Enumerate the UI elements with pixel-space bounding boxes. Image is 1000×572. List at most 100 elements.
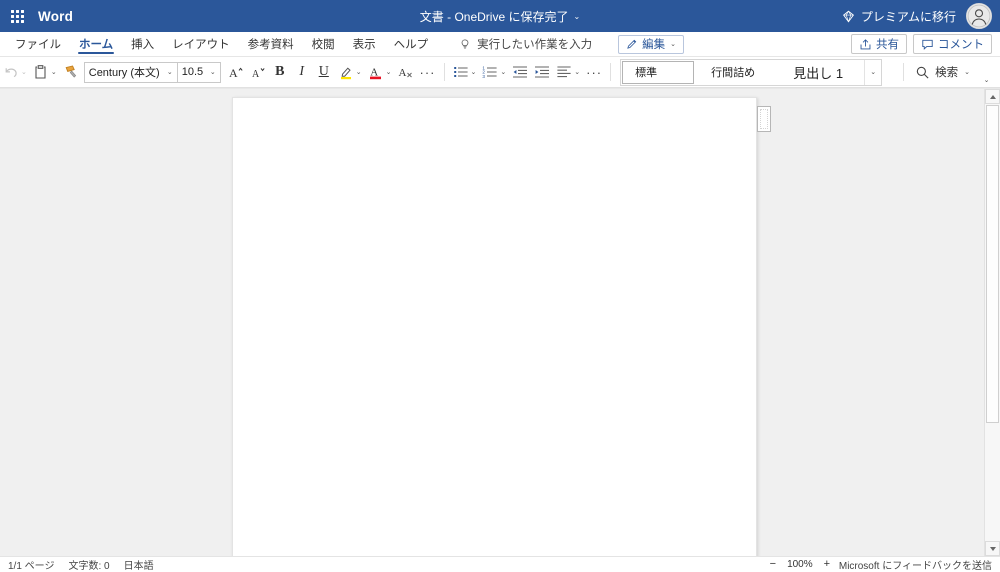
scroll-up-arrow-icon[interactable] — [985, 89, 1000, 104]
more-options-icon: ··· — [419, 64, 436, 80]
vertical-scrollbar[interactable] — [984, 89, 1000, 556]
document-title-text: 文書 - OneDrive に保存完了 — [419, 9, 569, 24]
tab-references[interactable]: 参考資料 — [239, 32, 303, 56]
document-page[interactable] — [232, 97, 757, 556]
decrease-indent-icon — [513, 66, 528, 78]
search-icon — [916, 66, 929, 79]
zoom-level-label[interactable]: 100% — [785, 559, 815, 570]
page-handle-icon[interactable] — [757, 106, 771, 132]
diamond-icon — [842, 10, 854, 23]
tab-view[interactable]: 表示 — [344, 32, 385, 56]
ribbon-toolbar: ⌄ ⌄ Century (本文) ⌄ 10.5 ⌄ A A B I U ⌄ A … — [0, 57, 1000, 88]
clear-formatting-button[interactable]: A — [395, 60, 417, 84]
share-label: 共有 — [876, 39, 899, 51]
tab-insert[interactable]: 挿入 — [122, 32, 163, 56]
svg-text:A: A — [398, 67, 406, 79]
font-controls: Century (本文) ⌄ 10.5 ⌄ — [83, 61, 221, 83]
edit-mode-button[interactable]: 編集 ⌄ — [618, 34, 685, 54]
tab-help[interactable]: ヘルプ — [385, 32, 438, 56]
chevron-down-icon: ⌄ — [574, 68, 581, 76]
tab-layout[interactable]: レイアウト — [163, 32, 239, 56]
tab-home[interactable]: ホーム — [70, 32, 122, 56]
comments-label: コメント — [938, 39, 984, 51]
alignment-button[interactable]: ⌄ — [553, 60, 583, 84]
send-feedback-label[interactable]: Microsoft にフィードバックを送信 — [839, 557, 992, 572]
increase-indent-button[interactable] — [531, 60, 553, 84]
shrink-font-icon: A — [252, 68, 265, 80]
styles-gallery-expand-button[interactable]: ⌄ — [864, 59, 880, 85]
text-highlight-icon — [340, 67, 351, 80]
go-premium-button[interactable]: プレミアムに移行 — [838, 5, 960, 28]
grow-font-icon: A — [229, 66, 243, 80]
styles-gallery: 標準 行間詰め 見出し 1 ⌄ — [620, 58, 883, 86]
italic-button[interactable]: I — [291, 60, 313, 84]
comments-button[interactable]: コメント — [913, 34, 992, 54]
chevron-down-icon: ⌄ — [21, 68, 27, 76]
style-no-spacing[interactable]: 行間詰め — [694, 61, 772, 84]
lightbulb-icon — [461, 38, 469, 48]
search-button[interactable]: 検索 ⌄ — [909, 60, 976, 84]
align-left-icon — [557, 66, 571, 78]
font-size-input[interactable]: 10.5 ⌄ — [178, 63, 220, 82]
scrollbar-thumb[interactable] — [986, 105, 999, 423]
collapse-ribbon-button[interactable]: ⌄ — [976, 57, 996, 88]
svg-text:3: 3 — [483, 74, 486, 79]
ribbon-right: 検索 ⌄ ⌄ — [898, 57, 1000, 88]
bulleted-list-button[interactable]: ⌄ — [450, 60, 480, 84]
zoom-in-button[interactable]: + — [822, 559, 832, 570]
ribbon-tabs: ファイル ホーム 挿入 レイアウト 参考資料 校閲 表示 ヘルプ — [0, 32, 437, 56]
grow-font-button[interactable]: A — [225, 60, 247, 84]
ribbon-group-paragraph: ⌄ 1 2 3 ⌄ ⌄ ··· — [450, 57, 606, 87]
chevron-down-icon: ⌄ — [983, 76, 990, 84]
waffle-grid-icon — [10, 9, 24, 23]
font-color-button[interactable]: A ⌄ — [365, 60, 395, 84]
word-count-label[interactable]: 文字数: 0 — [68, 557, 109, 572]
more-paragraph-options-button[interactable]: ··· — [583, 60, 605, 84]
italic-icon: I — [299, 64, 305, 79]
more-font-options-button[interactable]: ··· — [417, 60, 439, 84]
more-options-icon: ··· — [586, 64, 603, 80]
page-count-label[interactable]: 1/1 ページ — [8, 557, 54, 572]
avatar[interactable] — [966, 3, 992, 29]
app-name-label[interactable]: Word — [38, 9, 73, 24]
numbered-list-button[interactable]: 1 2 3 ⌄ — [479, 60, 509, 84]
underline-button[interactable]: U — [313, 60, 335, 84]
undo-button[interactable]: ⌄ — [0, 60, 30, 84]
comment-icon — [922, 39, 933, 50]
scroll-down-arrow-icon[interactable] — [985, 541, 1000, 556]
style-normal[interactable]: 標準 — [622, 60, 695, 84]
decrease-indent-button[interactable] — [509, 60, 531, 84]
format-painter-icon — [65, 65, 76, 78]
chevron-down-icon: ⌄ — [670, 40, 677, 48]
chevron-down-icon: ⌄ — [385, 68, 392, 76]
user-avatar-icon — [967, 4, 991, 28]
bulleted-list-icon — [453, 67, 468, 77]
chevron-down-icon: ⌄ — [964, 68, 970, 76]
bold-button[interactable]: B — [269, 60, 291, 84]
tab-review[interactable]: 校閲 — [303, 32, 344, 56]
tab-file[interactable]: ファイル — [6, 32, 70, 56]
shrink-font-button[interactable]: A — [247, 60, 269, 84]
zoom-out-button[interactable]: − — [768, 559, 778, 570]
language-label[interactable]: 日本語 — [124, 557, 154, 572]
font-size-value: 10.5 — [181, 66, 204, 78]
undo-icon — [5, 68, 17, 78]
format-painter-button[interactable] — [60, 60, 82, 84]
divider — [903, 63, 905, 81]
font-name-input[interactable]: Century (本文) ⌄ — [85, 63, 177, 82]
underline-icon: U — [318, 64, 329, 79]
share-button[interactable]: 共有 — [851, 34, 907, 54]
style-heading-1[interactable]: 見出し 1 — [772, 61, 864, 84]
document-title-button[interactable]: 文書 - OneDrive に保存完了 ⌄ — [420, 8, 580, 25]
app-launcher-button[interactable] — [0, 0, 34, 32]
tell-me-search[interactable]: 実行したい作業を入力 — [455, 32, 596, 56]
chevron-down-icon: ⌄ — [166, 68, 173, 76]
chevron-down-icon: ⌄ — [50, 68, 57, 76]
chevron-down-icon: ⌄ — [209, 68, 216, 76]
status-bar-left: 1/1 ページ 文字数: 0 日本語 — [0, 557, 154, 572]
text-highlight-button[interactable]: ⌄ — [335, 60, 365, 84]
ribbon-tab-strip: ファイル ホーム 挿入 レイアウト 参考資料 校閲 表示 ヘルプ 実行したい作業… — [0, 32, 1000, 57]
chevron-down-icon: ⌄ — [470, 68, 477, 76]
paste-button[interactable]: ⌄ — [30, 60, 60, 84]
document-canvas[interactable] — [0, 88, 1000, 556]
